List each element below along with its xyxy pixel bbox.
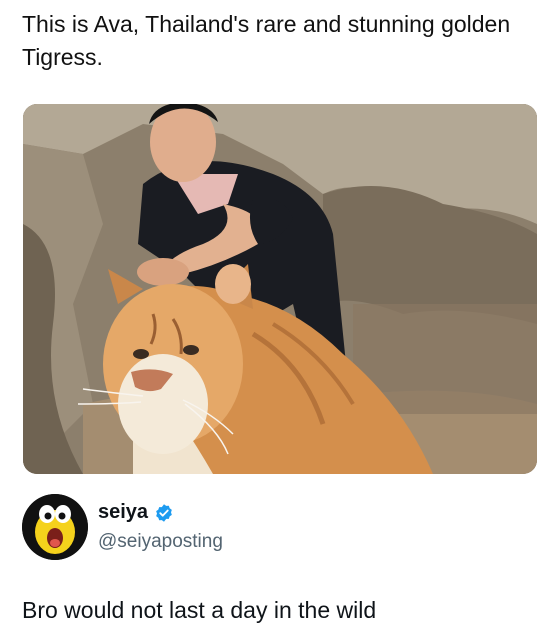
verified-badge-icon	[154, 503, 174, 523]
golden-tiger-photo	[23, 104, 537, 474]
author-handle[interactable]: @seiyaposting	[98, 531, 223, 553]
post-caption: This is Ava, Thailand's rare and stunnin…	[22, 11, 511, 70]
author-display-name[interactable]: seiya	[98, 501, 148, 524]
emoji-avatar-icon[interactable]	[22, 494, 88, 560]
tweet-text: Bro would not last a day in the wild	[22, 597, 377, 623]
author-name-row: seiya	[98, 501, 174, 524]
post-photo[interactable]	[23, 104, 537, 474]
tweet-author[interactable]: seiya @seiyaposting	[22, 494, 542, 560]
